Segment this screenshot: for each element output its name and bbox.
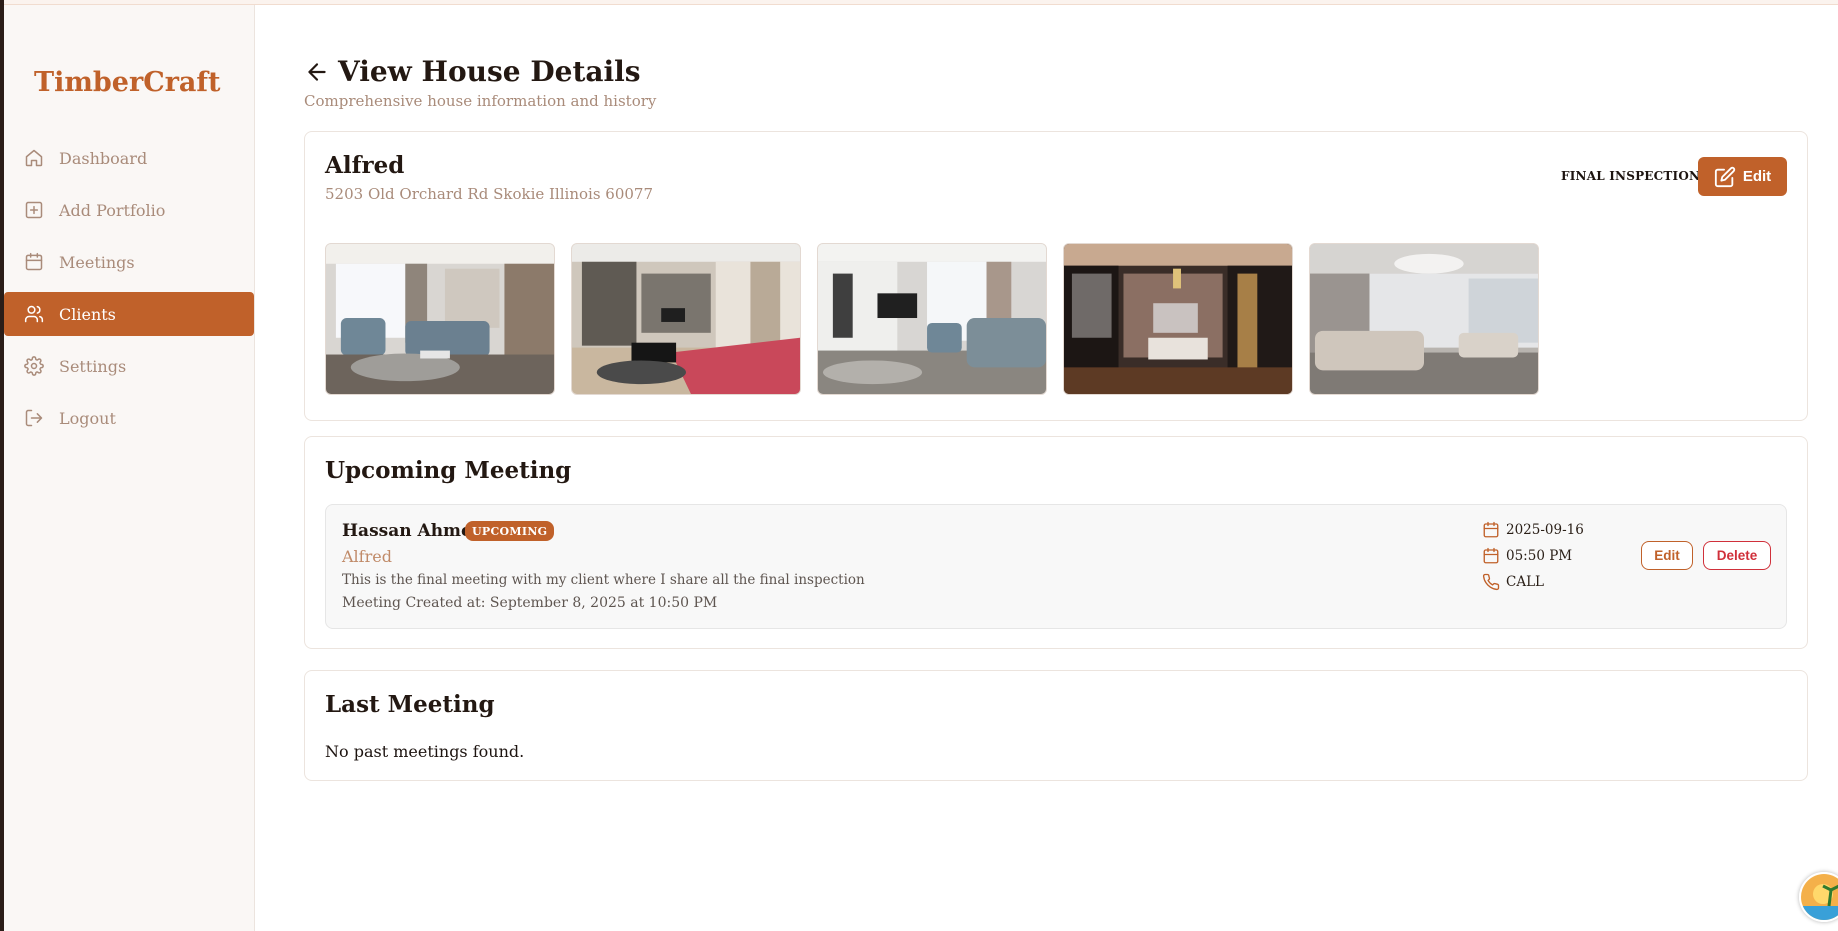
sidebar-item-label: Add Portfolio [59, 200, 166, 220]
meeting-type-value: CALL [1506, 574, 1545, 590]
logout-icon [24, 408, 44, 428]
edit-icon [1714, 166, 1735, 187]
edit-house-label: Edit [1742, 168, 1772, 185]
sidebar-item-logout[interactable]: Logout [4, 396, 254, 440]
penthouse-lounge-photo[interactable] [1309, 243, 1539, 395]
gear-icon [24, 356, 44, 376]
meeting-client-name: Hassan Ahmed [342, 521, 484, 541]
main-content: View House Details Comprehensive house i… [255, 5, 1838, 931]
page-header: View House Details [304, 55, 641, 88]
sidebar-item-label: Settings [59, 356, 127, 376]
house-details-card: Alfred 5203 Old Orchard Rd Skokie Illino… [304, 131, 1808, 421]
house-name: Alfred [325, 152, 405, 179]
last-meeting-title: Last Meeting [325, 691, 495, 718]
brand-logo[interactable]: TimberCraft [34, 67, 221, 98]
living-room-fireplace-photo[interactable] [817, 243, 1047, 395]
upcoming-meeting-title: Upcoming Meeting [325, 457, 572, 484]
phone-icon [1482, 573, 1500, 591]
house-photo-gallery [325, 243, 1555, 395]
meeting-description: This is the final meeting with my client… [342, 572, 865, 588]
bedroom-photo[interactable] [1063, 243, 1293, 395]
meeting-house-name: Alfred [342, 547, 392, 566]
last-meeting-card: Last Meeting No past meetings found. [304, 670, 1808, 781]
sidebar-item-label: Dashboard [59, 148, 148, 168]
sidebar-item-meetings[interactable]: Meetings [4, 240, 254, 284]
calendar-icon [1483, 547, 1499, 564]
page-title: View House Details [338, 55, 641, 88]
living-room-photo[interactable] [325, 243, 555, 395]
edit-house-button[interactable]: Edit [1698, 157, 1787, 196]
living-room-red-sofa-photo[interactable] [571, 243, 801, 395]
page-subtitle: Comprehensive house information and hist… [304, 92, 657, 110]
sidebar-item-dashboard[interactable]: Dashboard [4, 136, 254, 180]
sidebar-item-label: Clients [59, 304, 116, 324]
edit-meeting-button[interactable]: Edit [1641, 541, 1693, 570]
sidebar: TimberCraft Dashboard Add Portfolio Meet… [4, 5, 255, 931]
calendar-icon [24, 252, 44, 272]
users-icon [24, 304, 44, 324]
no-past-meetings-text: No past meetings found. [325, 742, 525, 761]
upcoming-meeting-card: Upcoming Meeting Hassan Ahmed UPCOMING A… [304, 436, 1808, 649]
sidebar-item-add-portfolio[interactable]: Add Portfolio [4, 188, 254, 232]
sidebar-item-settings[interactable]: Settings [4, 344, 254, 388]
status-badge: UPCOMING [465, 521, 555, 541]
home-icon [24, 148, 44, 168]
meeting-date-value: 2025-09-16 [1506, 522, 1584, 538]
meeting-type: CALL [1482, 573, 1544, 591]
sidebar-item-label: Meetings [59, 252, 135, 272]
calendar-icon [1483, 521, 1499, 538]
upcoming-meeting-item: Hassan Ahmed UPCOMING Alfred This is the… [325, 504, 1787, 629]
arrow-left-icon[interactable] [304, 59, 330, 85]
plus-square-icon [24, 200, 44, 220]
sidebar-item-clients[interactable]: Clients [4, 292, 254, 336]
house-status: FINAL INSPECTION [1561, 169, 1701, 183]
delete-meeting-button[interactable]: Delete [1703, 541, 1771, 570]
meeting-time-value: 05:50 PM [1506, 548, 1573, 564]
meeting-time: 05:50 PM [1482, 547, 1572, 565]
house-address: 5203 Old Orchard Rd Skokie Illinois 6007… [325, 185, 654, 203]
meeting-date: 2025-09-16 [1482, 521, 1584, 539]
meeting-created-at: Meeting Created at: September 8, 2025 at… [342, 595, 718, 611]
sidebar-item-label: Logout [59, 408, 116, 428]
